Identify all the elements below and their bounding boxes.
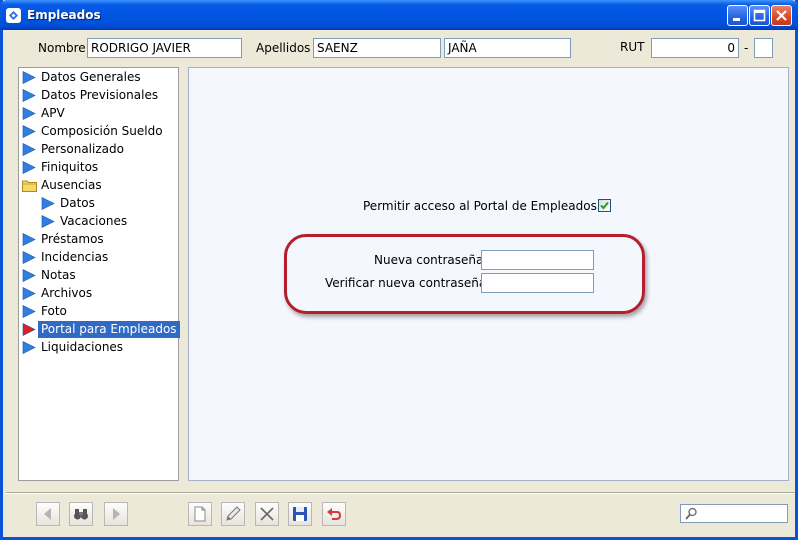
- tree-item-label: Vacaciones: [60, 214, 128, 228]
- tree-item-apv[interactable]: APV: [19, 105, 178, 122]
- nombre-label: Nombre: [38, 41, 86, 55]
- app-icon: [6, 8, 21, 23]
- annotation-highlight-ring: [284, 234, 645, 314]
- tree-item-archivos[interactable]: Archivos: [19, 285, 178, 302]
- find-binoculars-icon: [74, 509, 88, 520]
- tree-item-label: Datos Previsionales: [41, 88, 159, 102]
- tree-item-label: Liquidaciones: [41, 340, 124, 354]
- edit-button[interactable]: [221, 502, 245, 526]
- tree-item-prestamos[interactable]: Préstamos: [19, 231, 178, 248]
- tree-item-label: Datos Generales: [41, 70, 141, 84]
- nombre-field[interactable]: RODRIGO JAVIER: [87, 38, 242, 58]
- new-document-icon: [194, 506, 206, 522]
- tree-item-incidencias[interactable]: Incidencias: [19, 249, 178, 266]
- apellido-materno-field[interactable]: JAÑA: [444, 38, 571, 58]
- tree-item-vacaciones[interactable]: Vacaciones: [19, 213, 178, 230]
- toolbar-separator: [6, 492, 795, 494]
- nav-previous-icon: [44, 508, 51, 520]
- delete-x-icon: [260, 507, 274, 521]
- close-icon: [776, 10, 787, 21]
- tree-item-notas[interactable]: Notas: [19, 267, 178, 284]
- tree-item-composicion-sueldo[interactable]: Composición Sueldo: [19, 123, 178, 140]
- delete-button[interactable]: [255, 502, 279, 526]
- apellido-paterno-field[interactable]: SAENZ: [313, 38, 441, 58]
- tree-item-finiquitos[interactable]: Finiquitos: [19, 159, 178, 176]
- save-disk-icon: [293, 507, 307, 521]
- search-input[interactable]: [680, 504, 788, 523]
- tree-item-personalizado[interactable]: Personalizado: [19, 141, 178, 158]
- undo-button[interactable]: [322, 502, 346, 526]
- tree-item-label: APV: [41, 106, 65, 120]
- tree-item-liquidaciones[interactable]: Liquidaciones: [19, 339, 178, 356]
- tree-item-datos[interactable]: Datos: [19, 195, 178, 212]
- tree-item-label: Foto: [41, 304, 67, 318]
- undo-icon: [327, 508, 342, 520]
- rut-field[interactable]: 0: [651, 38, 739, 58]
- rut-label: RUT: [620, 40, 645, 54]
- tree-item-portal-para-empleados[interactable]: Portal para Empleados: [19, 321, 180, 338]
- title-bar[interactable]: Empleados: [0, 0, 798, 30]
- section-tree: Datos Generales Datos Previsionales APV Com…: [18, 67, 180, 481]
- tree-item-label: Personalizado: [41, 142, 124, 156]
- tree-item-label: Archivos: [41, 286, 93, 300]
- minimize-button[interactable]: [727, 5, 748, 26]
- close-button[interactable]: [771, 5, 792, 26]
- tree-item-datos-generales[interactable]: Datos Generales: [19, 69, 178, 86]
- edit-pencil-icon: [226, 506, 241, 521]
- employees-window: Empleados Nombre RODRIGO JAVIER Apellido…: [0, 0, 798, 540]
- tree-item-label: Datos: [60, 196, 95, 210]
- maximize-icon: [753, 9, 766, 22]
- tree-item-label: Préstamos: [41, 232, 104, 246]
- rut-separator: -: [744, 41, 749, 55]
- tree-item-label: Ausencias: [41, 178, 102, 192]
- tree-item-label: Composición Sueldo: [41, 124, 163, 138]
- tree-item-foto[interactable]: Foto: [19, 303, 178, 320]
- checkmark-icon: [600, 201, 609, 210]
- tree-item-datos-previsionales[interactable]: Datos Previsionales: [19, 87, 178, 104]
- apellidos-label: Apellidos: [256, 41, 311, 55]
- next-button[interactable]: [104, 502, 128, 526]
- save-button[interactable]: [288, 502, 312, 526]
- previous-button[interactable]: [36, 502, 60, 526]
- rut-dv-field[interactable]: [754, 38, 773, 58]
- arrow-icon: [22, 341, 36, 359]
- minimize-icon: [733, 18, 740, 21]
- magnifier-icon: [685, 507, 697, 520]
- maximize-button[interactable]: [749, 5, 770, 26]
- tree-item-label: Notas: [41, 268, 76, 282]
- tree-item-ausencias[interactable]: Ausencias: [19, 177, 178, 194]
- tree-item-label: Incidencias: [41, 250, 109, 264]
- new-button[interactable]: [188, 502, 212, 526]
- window-title: Empleados: [27, 8, 101, 22]
- portal-access-label: Permitir acceso al Portal de Empleados: [363, 199, 597, 213]
- tree-item-label: Portal para Empleados: [38, 321, 180, 338]
- find-button[interactable]: [69, 502, 93, 526]
- nav-next-icon: [113, 508, 120, 520]
- portal-access-checkbox[interactable]: [598, 199, 611, 212]
- tree-item-label: Finiquitos: [41, 160, 99, 174]
